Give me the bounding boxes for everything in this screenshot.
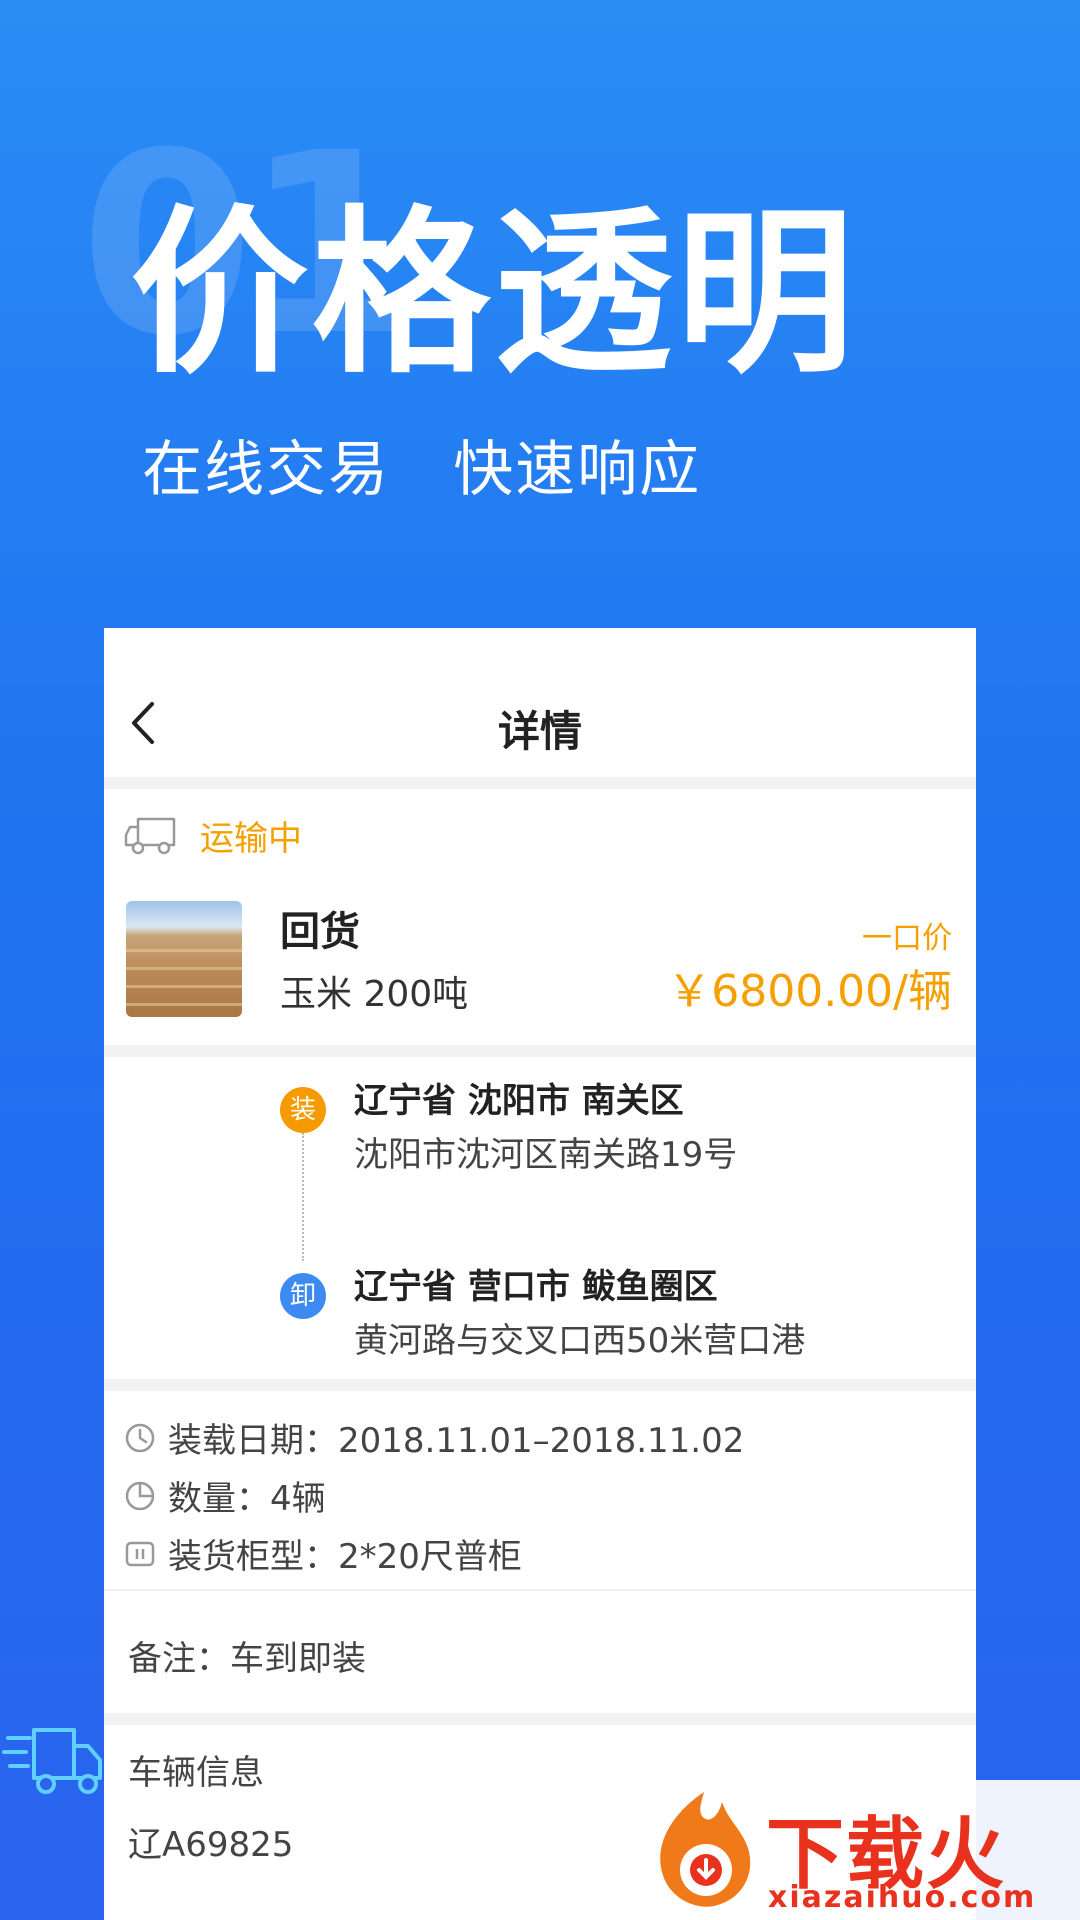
route-connector	[302, 1133, 304, 1261]
watermark-url: xiazaihuo.com	[768, 1880, 1037, 1915]
info-card: 装载日期：2018.11.01–2018.11.02 数量：4辆 装货柜型：2*…	[104, 1391, 976, 1713]
nav-bar: 详情	[104, 628, 976, 777]
goods-thumbnail	[126, 901, 242, 1017]
order-summary-card: 运输中 回货 玉米 200吨 一口价 ￥6800.00/辆	[104, 789, 976, 1045]
goods-description: 玉米 200吨	[280, 974, 469, 1015]
price-label: 一口价	[862, 921, 952, 956]
vehicle-plate: 辽A69825	[128, 1825, 294, 1865]
price-value: ￥6800.00/辆	[667, 966, 952, 1017]
unload-badge: 卸	[280, 1273, 326, 1319]
unload-address: 黄河路与交叉口西50米营口港	[354, 1321, 806, 1361]
load-region: 辽宁省 沈阳市 南关区	[354, 1081, 684, 1121]
fast-truck-icon	[2, 1728, 102, 1794]
container-text: 装货柜型：2*20尺普柜	[168, 1537, 522, 1577]
vehicle-label: 车辆信息	[128, 1753, 264, 1793]
load-badge: 装	[280, 1087, 326, 1133]
watermark: 下载火 xiazaihuo.com	[636, 1780, 1080, 1920]
unload-region: 辽宁省 营口市 鲅鱼圈区	[354, 1267, 718, 1307]
goods-title: 回货	[280, 909, 360, 955]
pie-chart-icon	[125, 1481, 155, 1510]
container-icon	[125, 1541, 155, 1566]
status-row: 运输中	[124, 811, 302, 860]
flame-logo-icon	[660, 1792, 751, 1907]
load-address: 沈阳市沈河区南关路19号	[354, 1135, 738, 1175]
container-row: 装货柜型：2*20尺普柜	[124, 1529, 522, 1578]
route-card: 装 卸 辽宁省 沈阳市 南关区 沈阳市沈河区南关路19号 辽宁省 营口市 鲅鱼圈…	[104, 1057, 976, 1379]
status-text: 运输中	[200, 819, 302, 859]
load-date-text: 装载日期：2018.11.01–2018.11.02	[168, 1421, 745, 1461]
clock-icon	[125, 1423, 155, 1452]
divider	[104, 1589, 976, 1591]
load-date-row: 装载日期：2018.11.01–2018.11.02	[124, 1413, 744, 1462]
hero-title: 价格透明	[130, 190, 858, 397]
hero-subtitle: 在线交易 快速响应	[142, 435, 702, 505]
quantity-text: 数量：4辆	[168, 1479, 326, 1519]
quantity-row: 数量：4辆	[124, 1471, 326, 1520]
note-text: 备注：车到即装	[128, 1639, 366, 1679]
phone-screen: 详情 运输中 回货 玉米 200吨 一口价 ￥6800.00/辆 装 卸 辽宁省…	[104, 628, 976, 1920]
page-title: 详情	[497, 707, 582, 756]
truck-icon	[124, 817, 176, 854]
